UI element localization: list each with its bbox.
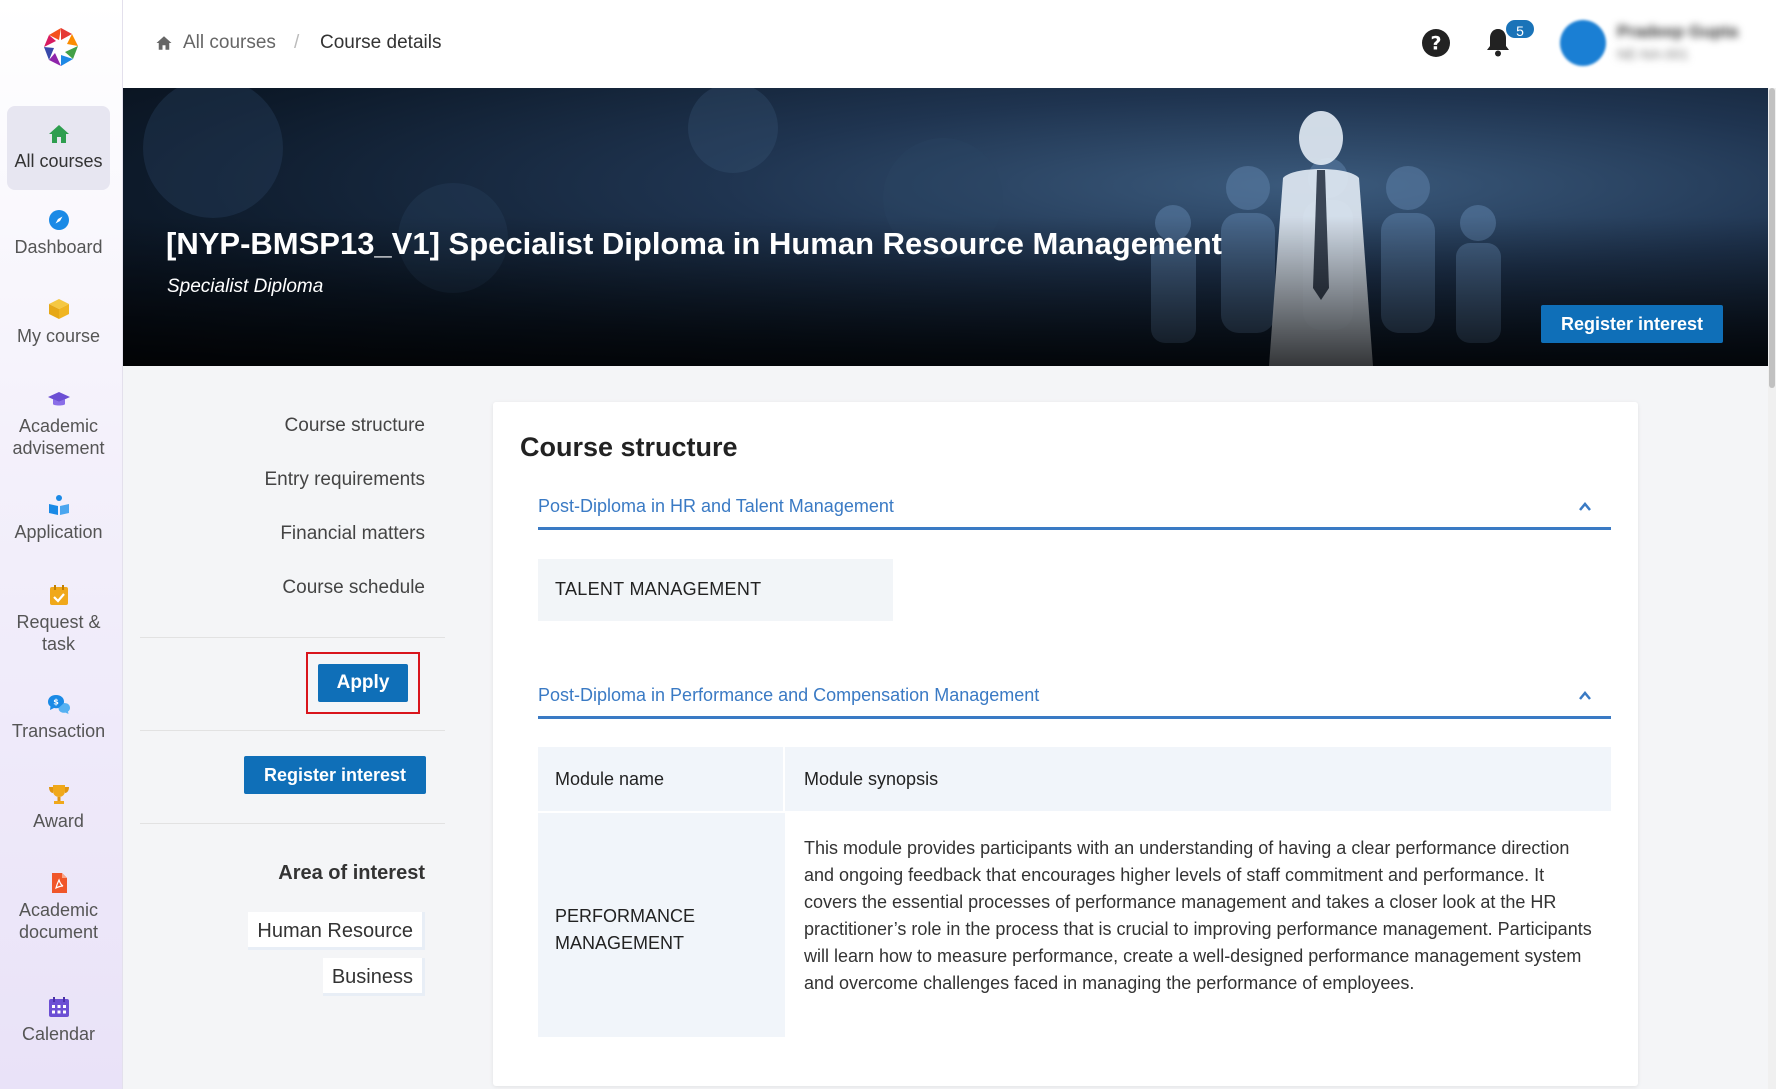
accordion-hr-talent-management[interactable]: Post-Diploma in HR and Talent Management <box>538 490 1611 530</box>
area-tag-human-resource: Human Resource <box>248 912 425 950</box>
apply-button[interactable]: Apply <box>318 664 408 702</box>
sidebar-item-academic-advisement[interactable]: Academic advisement <box>7 387 110 477</box>
sidebar-item-label: My course <box>16 326 101 346</box>
accordion-title: Post-Diploma in Performance and Compensa… <box>538 685 1040 705</box>
course-title: [NYP-BMSP13_V1] Specialist Diploma in Hu… <box>166 226 1222 261</box>
accordion-title: Post-Diploma in HR and Talent Management <box>538 496 894 516</box>
sidebar-item-my-course[interactable]: My course <box>7 297 110 367</box>
sidebar-item-transaction[interactable]: $ Transaction <box>7 692 110 762</box>
sidebar-item-label: Award <box>33 811 84 831</box>
register-interest-button[interactable]: Register interest <box>244 756 426 794</box>
module-name: TALENT MANAGEMENT <box>555 579 762 599</box>
calendar-icon <box>48 997 69 1017</box>
module-name: PERFORMANCE MANAGEMENT <box>555 906 696 953</box>
sidebar-item-all-courses[interactable]: All courses <box>7 106 110 190</box>
sidebar: All courses Dashboard My course Academic… <box>0 0 123 1089</box>
svg-text:?: ? <box>1430 33 1441 55</box>
module-synopsis: This module provides participants with a… <box>804 838 1592 993</box>
breadcrumb-all-courses[interactable]: All courses <box>155 32 276 54</box>
calendar-check-icon <box>49 585 68 605</box>
user-id: NE-NA-001 <box>1617 46 1689 62</box>
section-link-entry-requirements[interactable]: Entry requirements <box>264 469 425 491</box>
avatar[interactable] <box>1560 20 1606 66</box>
pdf-file-icon <box>51 873 67 893</box>
section-link-course-structure[interactable]: Course structure <box>285 415 425 437</box>
sidebar-item-label: Request & task <box>16 612 101 654</box>
sidebar-item-award[interactable]: Award <box>7 782 110 852</box>
sidebar-item-calendar[interactable]: Calendar <box>7 995 110 1065</box>
divider <box>140 730 445 731</box>
accordion-performance-compensation[interactable]: Post-Diploma in Performance and Compensa… <box>538 679 1611 719</box>
course-hero-banner: [NYP-BMSP13_V1] Specialist Diploma in Hu… <box>123 88 1768 366</box>
box-icon <box>48 299 69 319</box>
sidebar-item-label: Transaction <box>11 721 106 741</box>
sidebar-item-label: Academic document <box>18 900 99 942</box>
notification-count-badge: 5 <box>1504 18 1536 40</box>
sidebar-item-label: Academic advisement <box>12 416 105 458</box>
application-icon <box>48 495 69 515</box>
breadcrumb-home-label: All courses <box>183 32 276 53</box>
sidebar-item-request-task[interactable]: Request & task <box>7 583 110 673</box>
course-type: Specialist Diploma <box>167 276 324 297</box>
sidebar-item-dashboard[interactable]: Dashboard <box>7 208 110 278</box>
table-header-row: Module name Module synopsis <box>538 747 1611 811</box>
area-tag-business: Business <box>322 958 425 996</box>
compass-icon <box>48 210 69 230</box>
home-icon <box>156 36 172 50</box>
trophy-icon <box>48 785 69 804</box>
breadcrumb-current: Course details <box>320 32 442 53</box>
area-of-interest-heading: Area of interest <box>278 862 425 884</box>
graduation-cap-icon <box>47 392 70 406</box>
breadcrumb-separator: / <box>294 32 300 53</box>
course-structure-card: Course structure Post-Diploma in HR and … <box>493 402 1638 1086</box>
module-card-talent-management[interactable]: TALENT MANAGEMENT <box>538 559 893 621</box>
sidebar-item-label: Calendar <box>21 1024 96 1044</box>
section-link-financial-matters[interactable]: Financial matters <box>280 523 425 545</box>
section-title: Course structure <box>520 432 738 462</box>
app-logo-icon[interactable] <box>40 26 82 68</box>
svg-text:$: $ <box>53 698 59 707</box>
hero-register-interest-button[interactable]: Register interest <box>1541 305 1723 343</box>
top-bar: All courses / Course details ? 5 Pradeep… <box>123 0 1776 88</box>
chat-dollar-icon: $ <box>47 695 70 714</box>
home-icon <box>48 125 69 143</box>
chevron-up-icon <box>1579 691 1591 700</box>
page-scrollbar-thumb[interactable] <box>1769 88 1775 388</box>
help-icon[interactable]: ? <box>1421 28 1451 58</box>
sidebar-item-academic-document[interactable]: Academic document <box>7 871 110 961</box>
table-header-cell: Module name <box>538 747 785 811</box>
sidebar-item-label: Dashboard <box>14 237 103 257</box>
divider <box>140 637 445 638</box>
chevron-up-icon <box>1579 502 1591 511</box>
table-cell-module-name: PERFORMANCE MANAGEMENT <box>538 813 785 1037</box>
divider <box>140 823 445 824</box>
column-header-module-synopsis: Module synopsis <box>804 769 939 789</box>
column-header-module-name: Module name <box>555 769 665 789</box>
sidebar-item-label: All courses <box>14 151 103 171</box>
user-name[interactable]: Pradeep Gupta <box>1617 22 1738 42</box>
sidebar-item-application[interactable]: Application <box>7 493 110 563</box>
sidebar-item-label: Application <box>14 522 103 542</box>
section-link-course-schedule[interactable]: Course schedule <box>282 577 425 599</box>
